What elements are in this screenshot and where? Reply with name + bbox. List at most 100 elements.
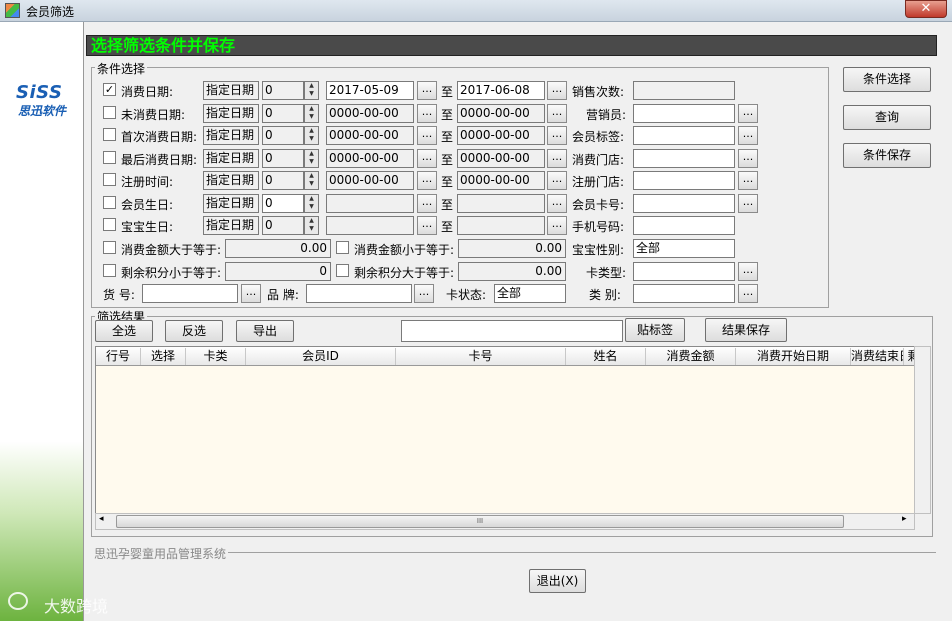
item-no-input[interactable] [142,284,238,303]
offset-spinner[interactable]: ▲ ▼ [304,126,319,145]
date-to-input[interactable]: 0000-00-00 [457,126,545,145]
field-input[interactable] [633,216,735,235]
offset-spinner[interactable]: ▲ ▼ [304,149,319,168]
offset-spinner[interactable]: ▲ ▼ [304,171,319,190]
amount-input[interactable]: 0 [225,262,331,281]
spin-down-icon[interactable]: ▼ [305,135,318,143]
date-to-picker-button[interactable]: ... [547,126,567,145]
condition-checkbox[interactable] [103,106,116,119]
spin-down-icon[interactable]: ▼ [305,180,318,188]
date-from-input[interactable]: 0000-00-00 [326,104,414,123]
date-mode-select[interactable]: 指定日期 [203,149,259,168]
date-from-picker-button[interactable]: ... [417,104,437,123]
spin-up-icon[interactable]: ▲ [305,172,318,180]
spin-down-icon[interactable]: ▼ [305,158,318,166]
condition-save-button[interactable]: 条件保存 [843,143,931,168]
column-header[interactable]: 卡类 [186,348,246,365]
spin-down-icon[interactable]: ▼ [305,90,318,98]
horizontal-scrollbar[interactable]: ◂ III ▸ [95,513,915,530]
day-offset-input[interactable]: 0 [262,194,304,213]
condition-checkbox[interactable] [103,218,116,231]
day-offset-input[interactable]: 0 [262,171,304,190]
brand-input[interactable] [306,284,412,303]
field-browse-button[interactable]: ... [738,104,758,123]
field-input[interactable]: 全部 [633,239,735,258]
date-from-picker-button[interactable]: ... [417,216,437,235]
field-browse-button[interactable]: ... [738,284,758,303]
scroll-left-icon[interactable]: ◂ [99,514,104,524]
field-browse-button[interactable]: ... [738,126,758,145]
date-from-input[interactable]: 2017-05-09 [326,81,414,100]
column-header[interactable]: 选择 [141,348,186,365]
date-from-picker-button[interactable]: ... [417,194,437,213]
scroll-thumb[interactable]: III [116,515,844,528]
field-input[interactable] [633,126,735,145]
date-from-input[interactable] [326,194,414,213]
field-browse-button[interactable]: ... [738,171,758,190]
vertical-scrollbar[interactable] [914,346,931,514]
date-from-picker-button[interactable]: ... [417,171,437,190]
date-from-picker-button[interactable]: ... [417,81,437,100]
amount-checkbox[interactable] [103,241,116,254]
column-header[interactable]: 消费开始日期 [736,348,851,365]
date-to-picker-button[interactable]: ... [547,104,567,123]
spin-up-icon[interactable]: ▲ [305,127,318,135]
offset-spinner[interactable]: ▲ ▼ [304,194,319,213]
spin-down-icon[interactable]: ▼ [305,203,318,211]
field-browse-button[interactable]: ... [738,262,758,281]
date-to-picker-button[interactable]: ... [547,81,567,100]
condition-checkbox[interactable]: ✓ [103,83,116,96]
column-header[interactable]: 行号 [96,348,141,365]
date-mode-select[interactable]: 指定日期 [203,171,259,190]
spin-down-icon[interactable]: ▼ [305,225,318,233]
query-button[interactable]: 查询 [843,105,931,130]
field-input[interactable] [633,171,735,190]
field-input[interactable] [633,262,735,281]
amount-input[interactable]: 0.00 [225,239,331,258]
day-offset-input[interactable]: 0 [262,216,304,235]
apply-tag-button[interactable]: 贴标签 [625,318,685,342]
date-from-picker-button[interactable]: ... [417,149,437,168]
field-input[interactable] [633,194,735,213]
amount-input[interactable]: 0.00 [458,239,566,258]
date-from-input[interactable]: 0000-00-00 [326,126,414,145]
export-button[interactable]: 导出 [236,320,294,342]
date-from-picker-button[interactable]: ... [417,126,437,145]
day-offset-input[interactable]: 0 [262,104,304,123]
spin-up-icon[interactable]: ▲ [305,195,318,203]
field-browse-button[interactable]: ... [738,194,758,213]
offset-spinner[interactable]: ▲ ▼ [304,216,319,235]
date-mode-select[interactable]: 指定日期 [203,216,259,235]
date-to-picker-button[interactable]: ... [547,149,567,168]
field-input[interactable] [633,104,735,123]
date-to-input[interactable] [457,194,545,213]
amount-checkbox[interactable] [336,241,349,254]
exit-button[interactable]: 退出(X) [529,569,586,593]
date-mode-select[interactable]: 指定日期 [203,104,259,123]
field-input[interactable] [633,81,735,100]
field-browse-button[interactable]: ... [738,149,758,168]
date-to-picker-button[interactable]: ... [547,171,567,190]
spin-up-icon[interactable]: ▲ [305,82,318,90]
spin-up-icon[interactable]: ▲ [305,150,318,158]
amount-input[interactable]: 0.00 [458,262,566,281]
date-from-input[interactable] [326,216,414,235]
select-all-button[interactable]: 全选 [95,320,153,342]
date-to-picker-button[interactable]: ... [547,216,567,235]
spin-up-icon[interactable]: ▲ [305,217,318,225]
date-mode-select[interactable]: 指定日期 [203,81,259,100]
offset-spinner[interactable]: ▲ ▼ [304,81,319,100]
condition-checkbox[interactable] [103,128,116,141]
condition-checkbox[interactable] [103,196,116,209]
date-to-input[interactable]: 2017-06-08 [457,81,545,100]
scroll-right-icon[interactable]: ▸ [902,514,907,524]
results-table[interactable]: 行号选择卡类会员ID卡号姓名消费金额消费开始日期消费结束日期剩 [95,346,915,514]
item-no-browse-button[interactable]: ... [241,284,261,303]
column-header[interactable]: 消费金额 [646,348,736,365]
date-to-input[interactable]: 0000-00-00 [457,171,545,190]
field-input[interactable] [633,149,735,168]
day-offset-input[interactable]: 0 [262,81,304,100]
brand-browse-button[interactable]: ... [414,284,434,303]
spin-up-icon[interactable]: ▲ [305,105,318,113]
condition-checkbox[interactable] [103,173,116,186]
